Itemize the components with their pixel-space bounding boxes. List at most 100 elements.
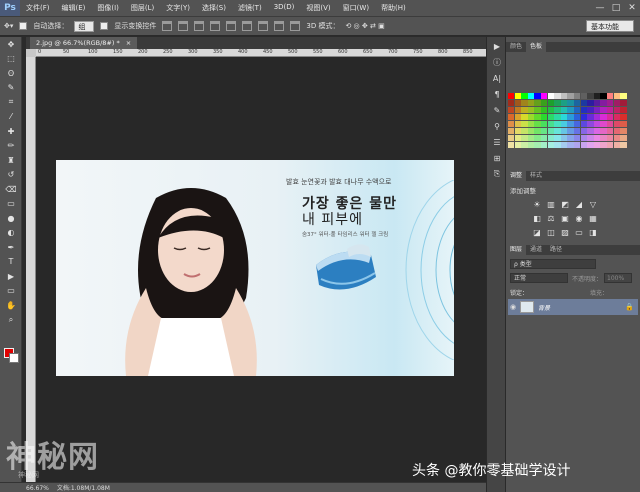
color-swatch[interactable]	[560, 121, 568, 128]
color-swatch[interactable]	[554, 100, 561, 107]
color-swatch[interactable]	[547, 128, 554, 135]
color-swatch[interactable]	[620, 128, 627, 135]
color-swatch[interactable]	[580, 100, 587, 107]
color-swatch[interactable]	[527, 142, 535, 149]
color-swatch[interactable]	[613, 142, 620, 149]
background-color-swatch[interactable]	[9, 353, 19, 363]
color-swatch[interactable]	[560, 142, 568, 149]
color-swatch[interactable]	[541, 121, 548, 128]
color-swatch[interactable]	[587, 107, 594, 114]
menu-item-4[interactable]: 文字(Y)	[160, 3, 196, 13]
color-swatch[interactable]	[514, 135, 521, 142]
color-swatch[interactable]	[574, 93, 581, 100]
color-swatch[interactable]	[508, 107, 515, 114]
color-swatch[interactable]	[600, 121, 607, 128]
color-swatch[interactable]	[508, 121, 515, 128]
document-tab-close-icon[interactable]: ×	[126, 39, 131, 47]
color-swatch[interactable]	[547, 100, 554, 107]
color-swatch[interactable]	[547, 121, 554, 128]
color-swatch[interactable]	[574, 135, 581, 142]
play-icon[interactable]: ▶	[488, 39, 506, 53]
adjustment-icon[interactable]: ◧	[532, 213, 542, 223]
color-swatch[interactable]	[620, 114, 627, 121]
color-swatch[interactable]	[527, 135, 535, 142]
color-swatch[interactable]	[607, 135, 614, 142]
color-swatch[interactable]	[514, 100, 521, 107]
color-swatch[interactable]	[620, 93, 627, 100]
color-swatch[interactable]	[541, 100, 548, 107]
document-tab[interactable]: 2.jpg @ 66.7%(RGB/8#) * ×	[30, 37, 138, 49]
color-swatch[interactable]	[521, 142, 528, 149]
color-swatch[interactable]	[534, 107, 541, 114]
menu-item-3[interactable]: 图层(L)	[125, 3, 160, 13]
color-swatch[interactable]	[521, 135, 528, 142]
color-swatch[interactable]	[527, 128, 535, 135]
color-swatch[interactable]	[508, 142, 515, 149]
clone-source-icon[interactable]: ⚲	[488, 119, 506, 133]
color-swatch[interactable]	[521, 100, 528, 107]
color-swatch[interactable]	[600, 128, 607, 135]
close-button[interactable]: ✕	[624, 0, 640, 16]
measure-icon[interactable]: ⊞	[488, 151, 506, 165]
color-swatch[interactable]	[567, 121, 574, 128]
stamp-tool-icon[interactable]: ♜	[0, 153, 22, 168]
pen-tool-icon[interactable]: ✒	[0, 240, 22, 255]
color-swatch[interactable]	[527, 93, 535, 100]
3d-rotate-icon[interactable]: ⟲ ◎ ✥ ⇄ ▣	[345, 22, 384, 30]
color-swatch[interactable]	[574, 121, 581, 128]
color-swatch[interactable]	[567, 142, 574, 149]
color-swatch[interactable]	[580, 114, 587, 121]
color-swatch[interactable]	[600, 100, 607, 107]
document-image[interactable]: 발효 눈연꽃과 발효 대나무 수액으로 가장 좋은 물만 내 피부에 숨37° …	[56, 160, 454, 376]
swatch-grid[interactable]	[508, 93, 627, 151]
color-swatch[interactable]	[587, 135, 594, 142]
char-icon[interactable]: A|	[488, 71, 506, 85]
adjustment-icon[interactable]: ◨	[588, 227, 598, 237]
color-swatch[interactable]	[574, 142, 581, 149]
color-swatch[interactable]	[527, 121, 535, 128]
color-swatch[interactable]	[620, 135, 627, 142]
color-swatch[interactable]	[580, 135, 587, 142]
color-swatch[interactable]	[514, 114, 521, 121]
workspace-dropdown[interactable]: 基本功能	[586, 20, 634, 32]
blend-mode-dropdown[interactable]: 正常	[510, 273, 568, 283]
color-swatch[interactable]	[580, 121, 587, 128]
color-swatch[interactable]	[600, 107, 607, 114]
color-swatch[interactable]	[560, 100, 568, 107]
blur-tool-icon[interactable]: ●	[0, 211, 22, 226]
color-swatch[interactable]	[587, 93, 594, 100]
eyedropper-tool-icon[interactable]: ⁄	[0, 110, 22, 125]
color-swatch[interactable]	[554, 121, 561, 128]
eraser-tool-icon[interactable]: ⌫	[0, 182, 22, 197]
color-swatch[interactable]	[567, 93, 574, 100]
adjustment-icon[interactable]: ◉	[574, 213, 584, 223]
color-swatch[interactable]	[534, 135, 541, 142]
tab-color[interactable]: 颜色	[506, 42, 526, 52]
horizontal-ruler[interactable]: 0 50 100 150 200 250 300 350 400 450 500 550 600 650 7…	[36, 49, 486, 57]
color-swatch[interactable]	[560, 135, 568, 142]
brush-preset-icon[interactable]: ✎	[488, 103, 506, 117]
layer-row[interactable]: ◉ 背景 🔒	[508, 299, 638, 315]
color-swatch[interactable]	[593, 100, 601, 107]
menu-item-0[interactable]: 文件(F)	[20, 3, 56, 13]
menu-item-2[interactable]: 图像(I)	[91, 3, 125, 13]
color-swatch[interactable]	[593, 135, 601, 142]
color-swatch[interactable]	[613, 107, 620, 114]
color-swatch[interactable]	[541, 107, 548, 114]
info-icon[interactable]: ⓘ	[488, 55, 506, 69]
path-select-tool-icon[interactable]: ▶	[0, 269, 22, 284]
color-swatch[interactable]	[574, 107, 581, 114]
color-swatch[interactable]	[567, 107, 574, 114]
menu-item-6[interactable]: 滤镜(T)	[232, 3, 268, 13]
maximize-button[interactable]: □	[608, 0, 624, 16]
color-swatch[interactable]	[541, 114, 548, 121]
color-swatch[interactable]	[613, 128, 620, 135]
zoom-tool-icon[interactable]: ⌕	[0, 313, 22, 328]
adjustment-icon[interactable]: ▥	[546, 199, 556, 209]
align-top-icon[interactable]	[162, 21, 173, 31]
color-swatch[interactable]	[534, 114, 541, 121]
color-swatch[interactable]	[620, 107, 627, 114]
color-swatch[interactable]	[514, 93, 521, 100]
distribute-middle-icon[interactable]	[274, 21, 285, 31]
para-icon[interactable]: ¶	[488, 87, 506, 101]
